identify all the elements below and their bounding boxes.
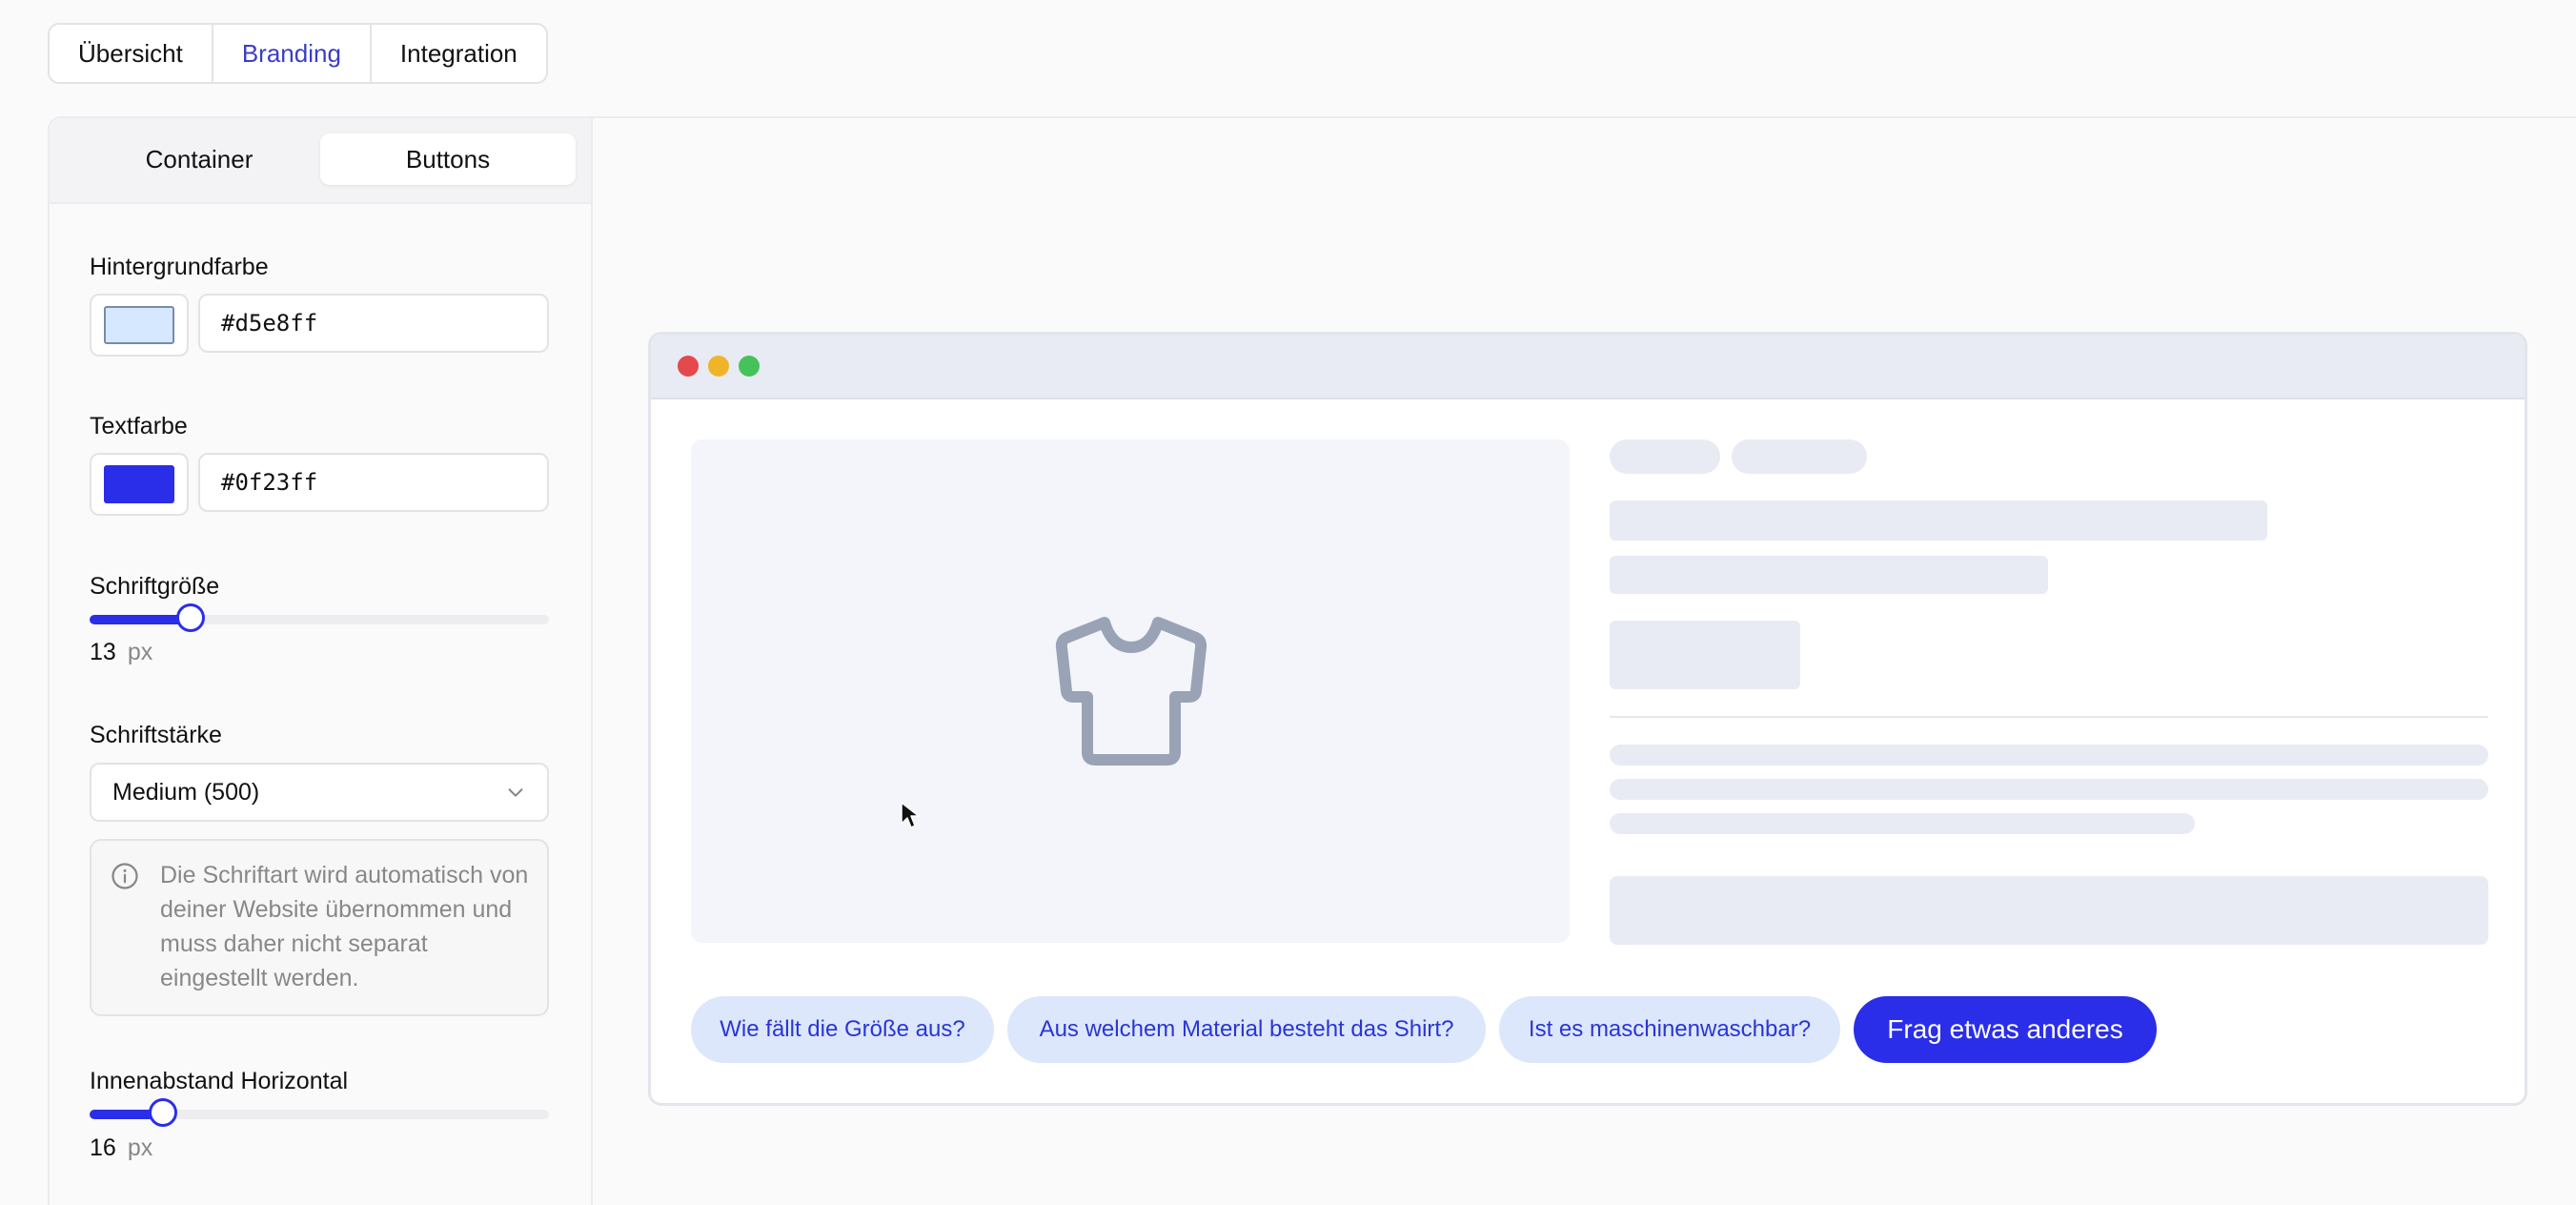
font-info-box: Die Schriftart wird automatisch von dein… (90, 839, 549, 1016)
skeleton-line (1610, 813, 2195, 834)
shirt-icon (1055, 613, 1207, 772)
chip-washable-question[interactable]: Ist es maschinenwaschbar? (1499, 996, 1840, 1063)
font-size-slider[interactable] (90, 603, 549, 632)
font-info-text: Die Schriftart wird automatisch von dein… (160, 862, 529, 991)
padding-horizontal-value: 16 (90, 1134, 116, 1161)
font-size-label: Schriftgröße (90, 573, 220, 600)
tab-integration[interactable]: Integration (372, 25, 546, 82)
padding-horizontal-slider[interactable] (90, 1098, 549, 1127)
subtab-container[interactable]: Container (72, 133, 326, 185)
window-maximize-dot (739, 356, 760, 377)
skeleton-line (1610, 745, 2488, 766)
top-tab-bar: Übersicht Branding Integration (48, 23, 548, 84)
padding-horizontal-label: Innenabstand Horizontal (90, 1068, 349, 1094)
tab-branding[interactable]: Branding (213, 25, 372, 82)
chip-size-question[interactable]: Wie fällt die Größe aus? (691, 996, 994, 1063)
skeleton-divider (1610, 716, 2488, 718)
font-size-slider-thumb[interactable] (176, 603, 205, 632)
font-weight-selected: Medium (500) (112, 778, 260, 806)
sub-tab-bar: Container Buttons (50, 118, 591, 204)
font-weight-select[interactable]: Medium (500) (90, 763, 549, 822)
text-color-swatch-button[interactable] (90, 453, 189, 516)
browser-title-bar (651, 335, 2525, 399)
skeleton-subtitle (1610, 556, 2048, 594)
padding-horizontal-unit: px (127, 1134, 153, 1161)
font-size-value: 13 (90, 639, 116, 665)
text-color-input[interactable] (198, 453, 549, 512)
skeleton-badge (1610, 439, 1720, 474)
settings-panel: Container Buttons Hintergrundfarbe Textf… (48, 116, 593, 1205)
padding-horizontal-value-row: 16 px (90, 1134, 152, 1162)
window-close-dot (678, 356, 699, 377)
header-divider (591, 116, 2576, 118)
info-icon (111, 862, 139, 895)
window-minimize-dot (708, 356, 729, 377)
padding-horizontal-slider-thumb[interactable] (149, 1098, 177, 1127)
font-weight-label: Schriftstärke (90, 722, 222, 748)
product-image-placeholder (691, 439, 1570, 943)
cursor-icon (900, 801, 921, 834)
skeleton-price (1610, 621, 1800, 689)
font-size-unit: px (127, 639, 153, 665)
ask-something-else-button[interactable]: Frag etwas anderes (1854, 996, 2157, 1063)
skeleton-title (1610, 500, 2267, 541)
background-color-label: Hintergrundfarbe (90, 254, 269, 280)
text-color-swatch (104, 465, 174, 503)
chip-material-question[interactable]: Aus welchem Material besteht das Shirt? (1007, 996, 1486, 1063)
font-size-value-row: 13 px (90, 639, 152, 666)
skeleton-add-to-cart (1610, 876, 2488, 945)
background-color-input[interactable] (198, 294, 549, 353)
subtab-buttons[interactable]: Buttons (320, 133, 576, 185)
chevron-down-icon (505, 782, 526, 809)
tab-uebersicht[interactable]: Übersicht (50, 25, 213, 82)
background-color-swatch-button[interactable] (90, 294, 189, 357)
preview-browser-window: Wie fällt die Größe aus? Aus welchem Mat… (648, 332, 2527, 1106)
background-color-swatch (104, 306, 174, 344)
skeleton-badge (1732, 439, 1867, 474)
skeleton-line (1610, 779, 2488, 800)
text-color-label: Textfarbe (90, 413, 188, 439)
